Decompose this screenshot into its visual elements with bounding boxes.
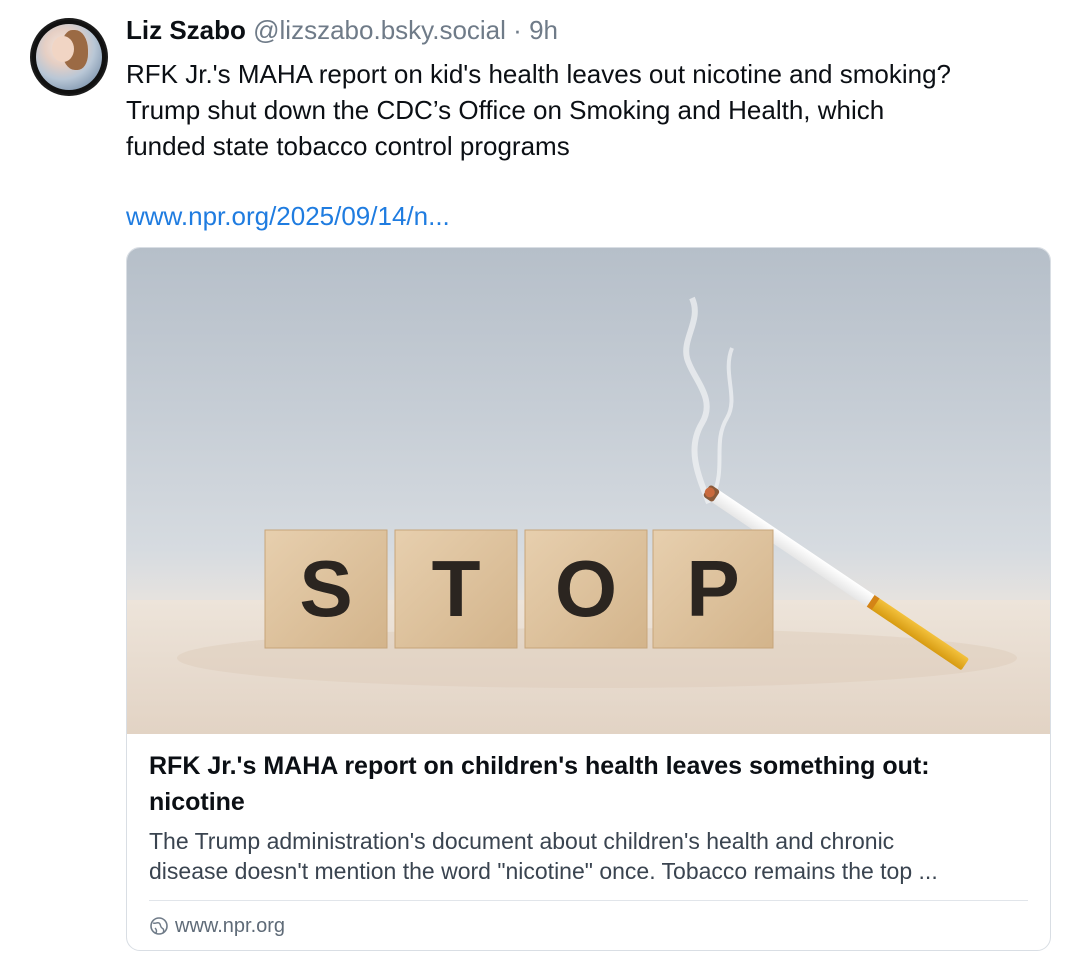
- link-card-domain[interactable]: www.npr.org: [149, 912, 285, 940]
- link-card-image: S T O P: [127, 248, 1050, 734]
- post-text-line: Trump shut down the CDC’s Office on Smok…: [126, 95, 885, 125]
- post-timestamp[interactable]: 9h: [529, 15, 558, 45]
- link-card-title-line: RFK Jr.'s MAHA report on children's heal…: [149, 752, 930, 780]
- link-card-description: The Trump administration's document abou…: [149, 826, 1029, 886]
- smoke-wisp: [683, 296, 712, 505]
- author-name[interactable]: Liz Szabo: [126, 15, 246, 45]
- link-card-domain-text: www.npr.org: [175, 915, 286, 937]
- post-text-line: funded state tobacco control programs: [126, 131, 570, 161]
- globe-icon: [149, 916, 169, 936]
- post-text-line: RFK Jr.'s MAHA report on kid's health le…: [126, 59, 952, 89]
- block-letter: P: [686, 544, 739, 633]
- author-avatar[interactable]: [32, 20, 106, 94]
- post-link[interactable]: www.npr.org/2025/09/14/n...: [126, 198, 450, 234]
- author-handle[interactable]: @lizszabo.bsky.social: [253, 15, 506, 45]
- link-card-divider: [149, 900, 1028, 901]
- link-card-title[interactable]: RFK Jr.'s MAHA report on children's heal…: [149, 748, 1029, 820]
- separator-dot: ·: [513, 15, 522, 45]
- post-text: RFK Jr.'s MAHA report on kid's health le…: [126, 56, 1056, 164]
- block-letter: T: [432, 544, 481, 633]
- link-card-description-line: disease doesn't mention the word "nicoti…: [149, 858, 938, 884]
- post-header: Liz Szabo @lizszabo.bsky.social · 9h: [126, 14, 558, 46]
- link-card-title-line: nicotine: [149, 788, 245, 816]
- block-letter: O: [555, 544, 617, 633]
- block-letter: S: [299, 544, 352, 633]
- link-card-description-line: The Trump administration's document abou…: [149, 828, 895, 854]
- link-card[interactable]: S T O P RFK Jr.'s MAHA report on childre…: [126, 247, 1051, 951]
